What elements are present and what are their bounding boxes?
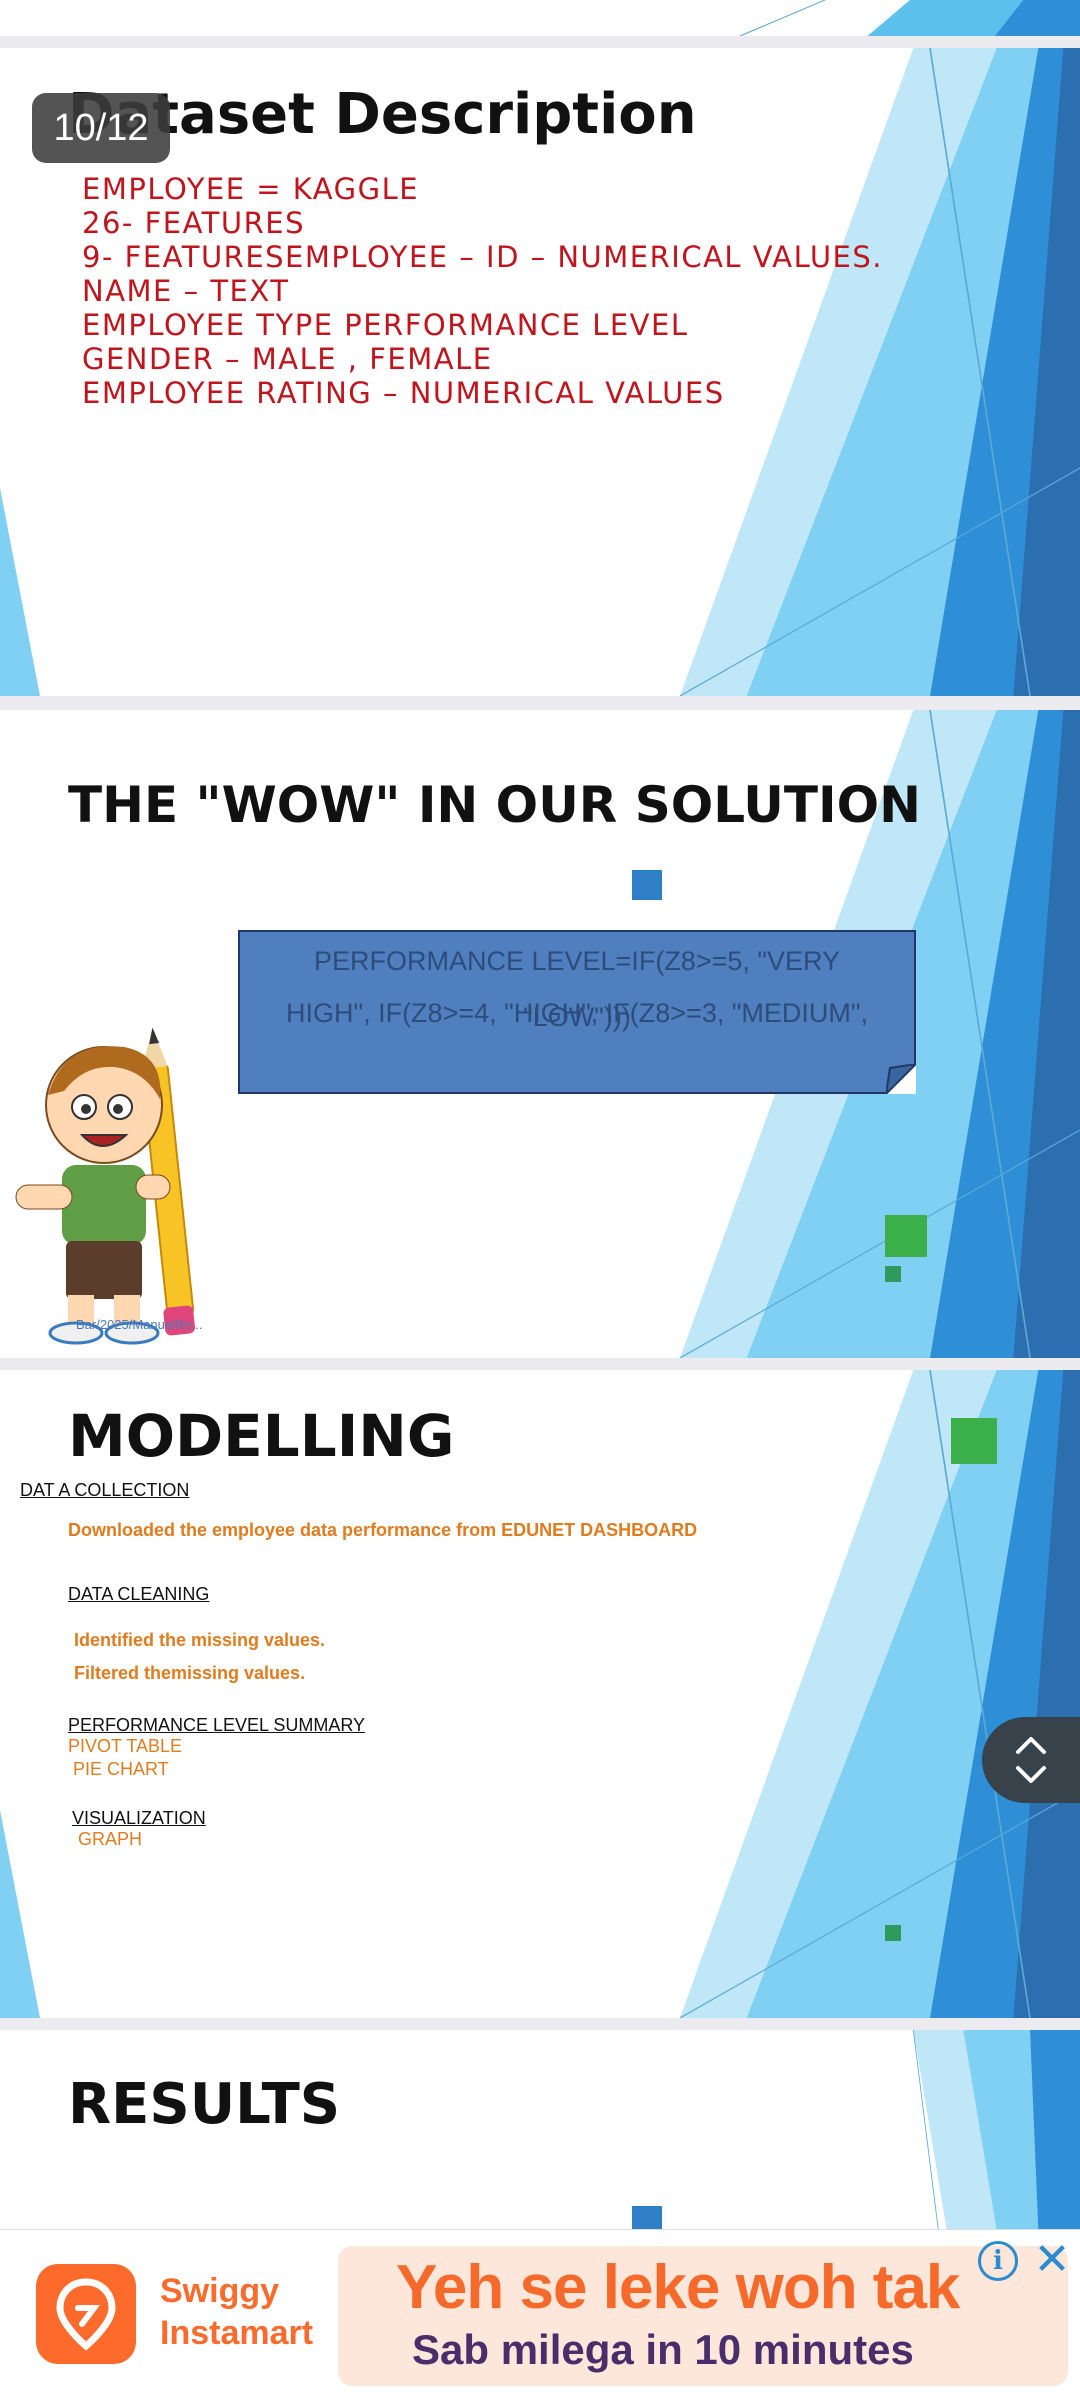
section-item: PIVOT TABLE [68, 1736, 183, 1756]
slide-previous-bottom [0, 0, 1080, 36]
formula-text: PERFORMANCE LEVEL=IF(Z8>=5, "VERY HIGH",… [240, 932, 914, 1048]
dataset-description-list: EMPLOYEE = KAGGLE 26- FEATURES 9- FEATUR… [82, 172, 883, 410]
section-item: Downloaded the employee data performance… [68, 1520, 698, 1540]
brand-line: Instamart [160, 2314, 314, 2352]
slide-title: MODELLING [68, 1402, 455, 1470]
ad-subline: Sab milega in 10 minutes [412, 2326, 914, 2373]
ad-headline: Yeh se leke woh tak [396, 2253, 960, 2322]
slide-title: THE "WOW" IN OUR SOLUTION [68, 776, 921, 834]
description-line: NAME – TEXT [82, 274, 290, 308]
slide-decoration [740, 0, 1080, 36]
data-collection-detail: Downloaded the employee data performance… [68, 1520, 697, 1541]
description-line: EMPLOYEE RATING – NUMERICAL VALUES [82, 376, 725, 410]
ad-info-icon[interactable]: i [978, 2241, 1018, 2281]
section-heading: DAT A COLLECTION [20, 1480, 190, 1500]
description-line: GENDER – MALE , FEMALE [82, 342, 493, 376]
decorative-square [632, 870, 662, 900]
description-line: 26- FEATURES [82, 206, 305, 240]
ad-close-icon[interactable]: ✕ [1030, 2238, 1074, 2282]
data-cleaning-section: DATA CLEANING [68, 1584, 209, 1605]
section-heading: PERFORMANCE LEVEL SUMMARY [68, 1715, 366, 1735]
swiggy-instamart-logo [36, 2264, 136, 2364]
decorative-square [951, 1418, 997, 1464]
cartoon-boy-with-pencil-image: Bar/2025/ManualRe... [15, 1027, 202, 1345]
formula-line: "LOW"))) [523, 1002, 631, 1032]
summary-section: PERFORMANCE LEVEL SUMMARY PIVOT TABLE PI… [68, 1715, 365, 1780]
brand-line: Swiggy [160, 2272, 280, 2310]
data-cleaning-detail: Identified the missing values. Filtered … [74, 1624, 325, 1690]
description-line: EMPLOYEE = KAGGLE [82, 172, 420, 206]
data-collection-section: DAT A COLLECTION [20, 1480, 189, 1501]
slide-title: RESULTS [68, 2072, 341, 2137]
page-fold-corner [886, 1064, 916, 1094]
formula-callout: PERFORMANCE LEVEL=IF(Z8>=5, "VERY HIGH",… [238, 930, 916, 1094]
section-item: PIE CHART [73, 1759, 169, 1779]
advertisement-banner[interactable]: Swiggy Instamart Yeh se leke woh tak Sab… [0, 2229, 1080, 2400]
decorative-square [885, 1925, 901, 1941]
formula-line: PERFORMANCE LEVEL=IF(Z8>=5, "VERY [313, 946, 840, 976]
page-navigation-button[interactable] [982, 1717, 1080, 1803]
section-heading: DATA CLEANING [68, 1584, 210, 1604]
ad-creative[interactable]: Yeh se leke woh tak Sab milega in 10 min… [338, 2246, 1068, 2386]
section-item: Filtered themissing values. [74, 1663, 306, 1683]
visualization-section: VISUALIZATION GRAPH [72, 1808, 206, 1850]
page-counter-badge: 10/12 [32, 93, 170, 163]
description-line: EMPLOYEE TYPE PERFORMANCE LEVEL [82, 308, 689, 342]
section-item: Identified the missing values. [74, 1630, 326, 1650]
decorative-square [885, 1266, 901, 1282]
slide-decoration [912, 2030, 1080, 2230]
chevron-up-down-icon [1016, 1737, 1046, 1783]
ad-brand-name: Swiggy Instamart [160, 2270, 313, 2354]
description-line: 9- FEATURESEMPLOYEE – ID – NUMERICAL VAL… [82, 240, 883, 274]
slide-decoration [680, 1370, 1080, 2018]
decorative-square [885, 1215, 927, 1257]
decorative-square [632, 2206, 662, 2230]
image-watermark-text: Bar/2025/ManualRe... [76, 1317, 202, 1332]
slide-results: RESULTS [0, 2030, 1080, 2230]
slide-modelling: MODELLING DAT A COLLECTION Downloaded th… [0, 1370, 1080, 2018]
section-heading: VISUALIZATION [72, 1808, 206, 1828]
slide-left-decoration [0, 1810, 40, 2018]
section-item: GRAPH [78, 1829, 143, 1849]
location-pin-icon [56, 2278, 116, 2351]
